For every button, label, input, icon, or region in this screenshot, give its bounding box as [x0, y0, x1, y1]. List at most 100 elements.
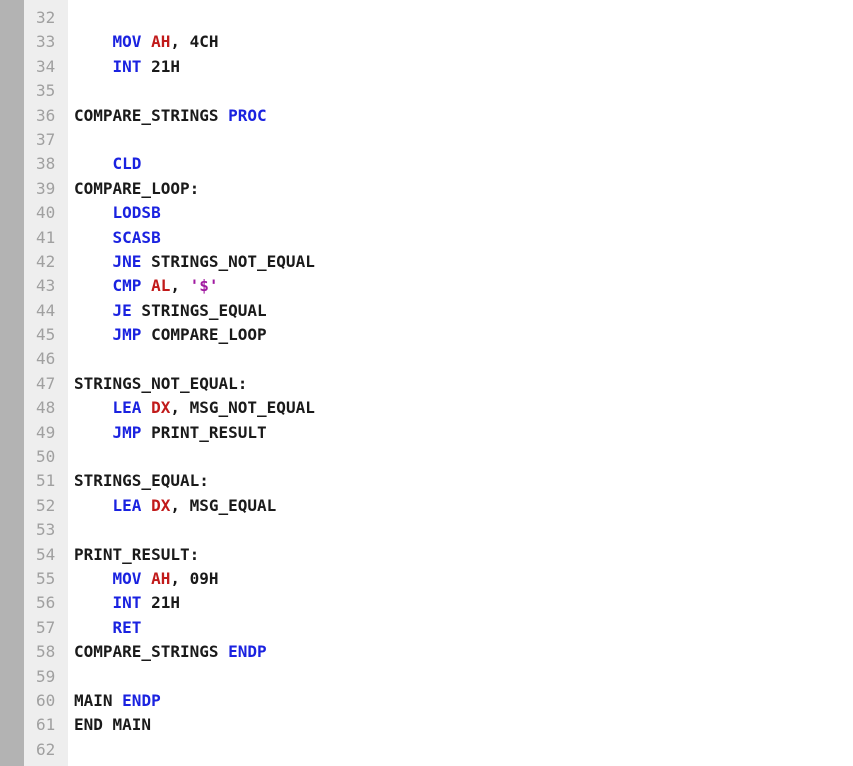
code-line[interactable]: 37	[24, 128, 853, 152]
line-number: 53	[36, 520, 56, 540]
code-text[interactable]: JE STRINGS_EQUAL	[74, 299, 267, 323]
code-text[interactable]: CMP AL, '$'	[74, 274, 219, 298]
code-token: , 4CH	[170, 32, 219, 52]
code-line[interactable]: 35	[24, 79, 853, 103]
code-line[interactable]: 55 MOV AH, 09H	[24, 567, 853, 591]
line-number: 42	[36, 251, 56, 271]
code-text[interactable]: LEA DX, MSG_NOT_EQUAL	[74, 396, 315, 420]
line-number: 41	[36, 227, 56, 247]
line-number: 52	[36, 495, 56, 515]
code-token: 21H	[141, 593, 180, 613]
code-line[interactable]: 59	[24, 665, 853, 689]
code-line[interactable]: 62	[24, 738, 853, 762]
line-number: 48	[36, 398, 56, 418]
code-token: STRINGS_EQUAL:	[74, 471, 209, 491]
code-line[interactable]: 33 MOV AH, 4CH	[24, 30, 853, 54]
code-line[interactable]: 56 INT 21H	[24, 591, 853, 615]
line-number: 62	[36, 739, 56, 759]
code-editor[interactable]: 32 33 MOV AH, 4CH 34 INT 21H 35 36 COMPARE_ST…	[0, 0, 853, 766]
code-line[interactable]: 43 CMP AL, '$'	[24, 274, 853, 298]
code-text[interactable]: CLD	[74, 152, 142, 176]
line-number: 45	[36, 325, 56, 345]
code-line[interactable]: 50	[24, 445, 853, 469]
code-token: STRINGS_NOT_EQUAL	[141, 251, 315, 271]
code-line[interactable]: 40 LODSB	[24, 201, 853, 225]
code-text[interactable]: MOV AH, 09H	[74, 567, 219, 591]
code-text[interactable]: LEA DX, MSG_EQUAL	[74, 494, 277, 518]
code-text[interactable]: RET	[74, 616, 142, 640]
keyword-token: ENDP	[122, 690, 161, 710]
code-line[interactable]: 47 STRINGS_NOT_EQUAL:	[24, 372, 853, 396]
code-text[interactable]: COMPARE_STRINGS ENDP	[74, 640, 267, 664]
code-line[interactable]: 52 LEA DX, MSG_EQUAL	[24, 494, 853, 518]
code-text[interactable]: STRINGS_NOT_EQUAL:	[74, 372, 247, 396]
line-number: 49	[36, 422, 56, 442]
line-number: 39	[36, 178, 56, 198]
code-text[interactable]: END MAIN	[74, 713, 151, 737]
code-line[interactable]: 53	[24, 518, 853, 542]
line-number: 59	[36, 666, 56, 686]
line-number: 44	[36, 300, 56, 320]
code-line[interactable]: 51 STRINGS_EQUAL:	[24, 469, 853, 493]
code-text[interactable]: COMPARE_STRINGS PROC	[74, 104, 267, 128]
keyword-token: RET	[112, 617, 142, 637]
code-line[interactable]: 60 MAIN ENDP	[24, 689, 853, 713]
code-text[interactable]: COMPARE_LOOP:	[74, 177, 199, 201]
code-text[interactable]: PRINT_RESULT:	[74, 543, 199, 567]
code-line[interactable]: 46	[24, 347, 853, 371]
code-line[interactable]: 38 CLD	[24, 152, 853, 176]
code-text[interactable]: INT 21H	[74, 55, 180, 79]
code-line[interactable]: 44 JE STRINGS_EQUAL	[24, 299, 853, 323]
code-token: COMPARE_STRINGS	[74, 642, 229, 662]
line-number: 61	[36, 715, 56, 735]
code-line[interactable]: 58 COMPARE_STRINGS ENDP	[24, 640, 853, 664]
code-line[interactable]: 48 LEA DX, MSG_NOT_EQUAL	[24, 396, 853, 420]
code-text[interactable]: JMP PRINT_RESULT	[74, 421, 267, 445]
code-line[interactable]: 41 SCASB	[24, 226, 853, 250]
code-line[interactable]: 54 PRINT_RESULT:	[24, 543, 853, 567]
code-line[interactable]: 49 JMP PRINT_RESULT	[24, 421, 853, 445]
code-text[interactable]: STRINGS_EQUAL:	[74, 469, 209, 493]
code-line[interactable]: 61 END MAIN	[24, 713, 853, 737]
code-line[interactable]: 32	[24, 6, 853, 30]
keyword-token: JNE	[112, 251, 142, 271]
code-text[interactable]: MOV AH, 4CH	[74, 30, 219, 54]
code-line[interactable]: 57 RET	[24, 616, 853, 640]
code-token: STRINGS_EQUAL	[131, 300, 267, 320]
code-line[interactable]: 39 COMPARE_LOOP:	[24, 177, 853, 201]
code-text[interactable]: JNE STRINGS_NOT_EQUAL	[74, 250, 315, 274]
code-text[interactable]: SCASB	[74, 226, 161, 250]
code-line[interactable]: 34 INT 21H	[24, 55, 853, 79]
line-number: 51	[36, 471, 56, 491]
line-number: 60	[36, 690, 56, 710]
code-text[interactable]: JMP COMPARE_LOOP	[74, 323, 267, 347]
register-token: AH	[151, 32, 171, 52]
code-line[interactable]: 36 COMPARE_STRINGS PROC	[24, 104, 853, 128]
line-number: 33	[36, 32, 56, 52]
code-token: 21H	[141, 56, 180, 76]
line-number: 46	[36, 349, 56, 369]
code-text[interactable]: INT 21H	[74, 591, 180, 615]
code-lines[interactable]: 32 33 MOV AH, 4CH 34 INT 21H 35 36 COMPARE_ST…	[24, 6, 853, 762]
code-line[interactable]: 45 JMP COMPARE_LOOP	[24, 323, 853, 347]
keyword-token: SCASB	[112, 227, 161, 247]
code-token: END MAIN	[74, 715, 152, 735]
keyword-token: LEA	[112, 495, 142, 515]
code-token: COMPARE_STRINGS	[74, 105, 229, 125]
keyword-token: CLD	[112, 154, 142, 174]
line-number: 35	[36, 81, 56, 101]
code-line[interactable]: 42 JNE STRINGS_NOT_EQUAL	[24, 250, 853, 274]
keyword-token: MOV	[112, 568, 142, 588]
code-text[interactable]: LODSB	[74, 201, 161, 225]
line-number: 40	[36, 203, 56, 223]
code-text[interactable]: MAIN ENDP	[74, 689, 161, 713]
line-number: 43	[36, 276, 56, 296]
